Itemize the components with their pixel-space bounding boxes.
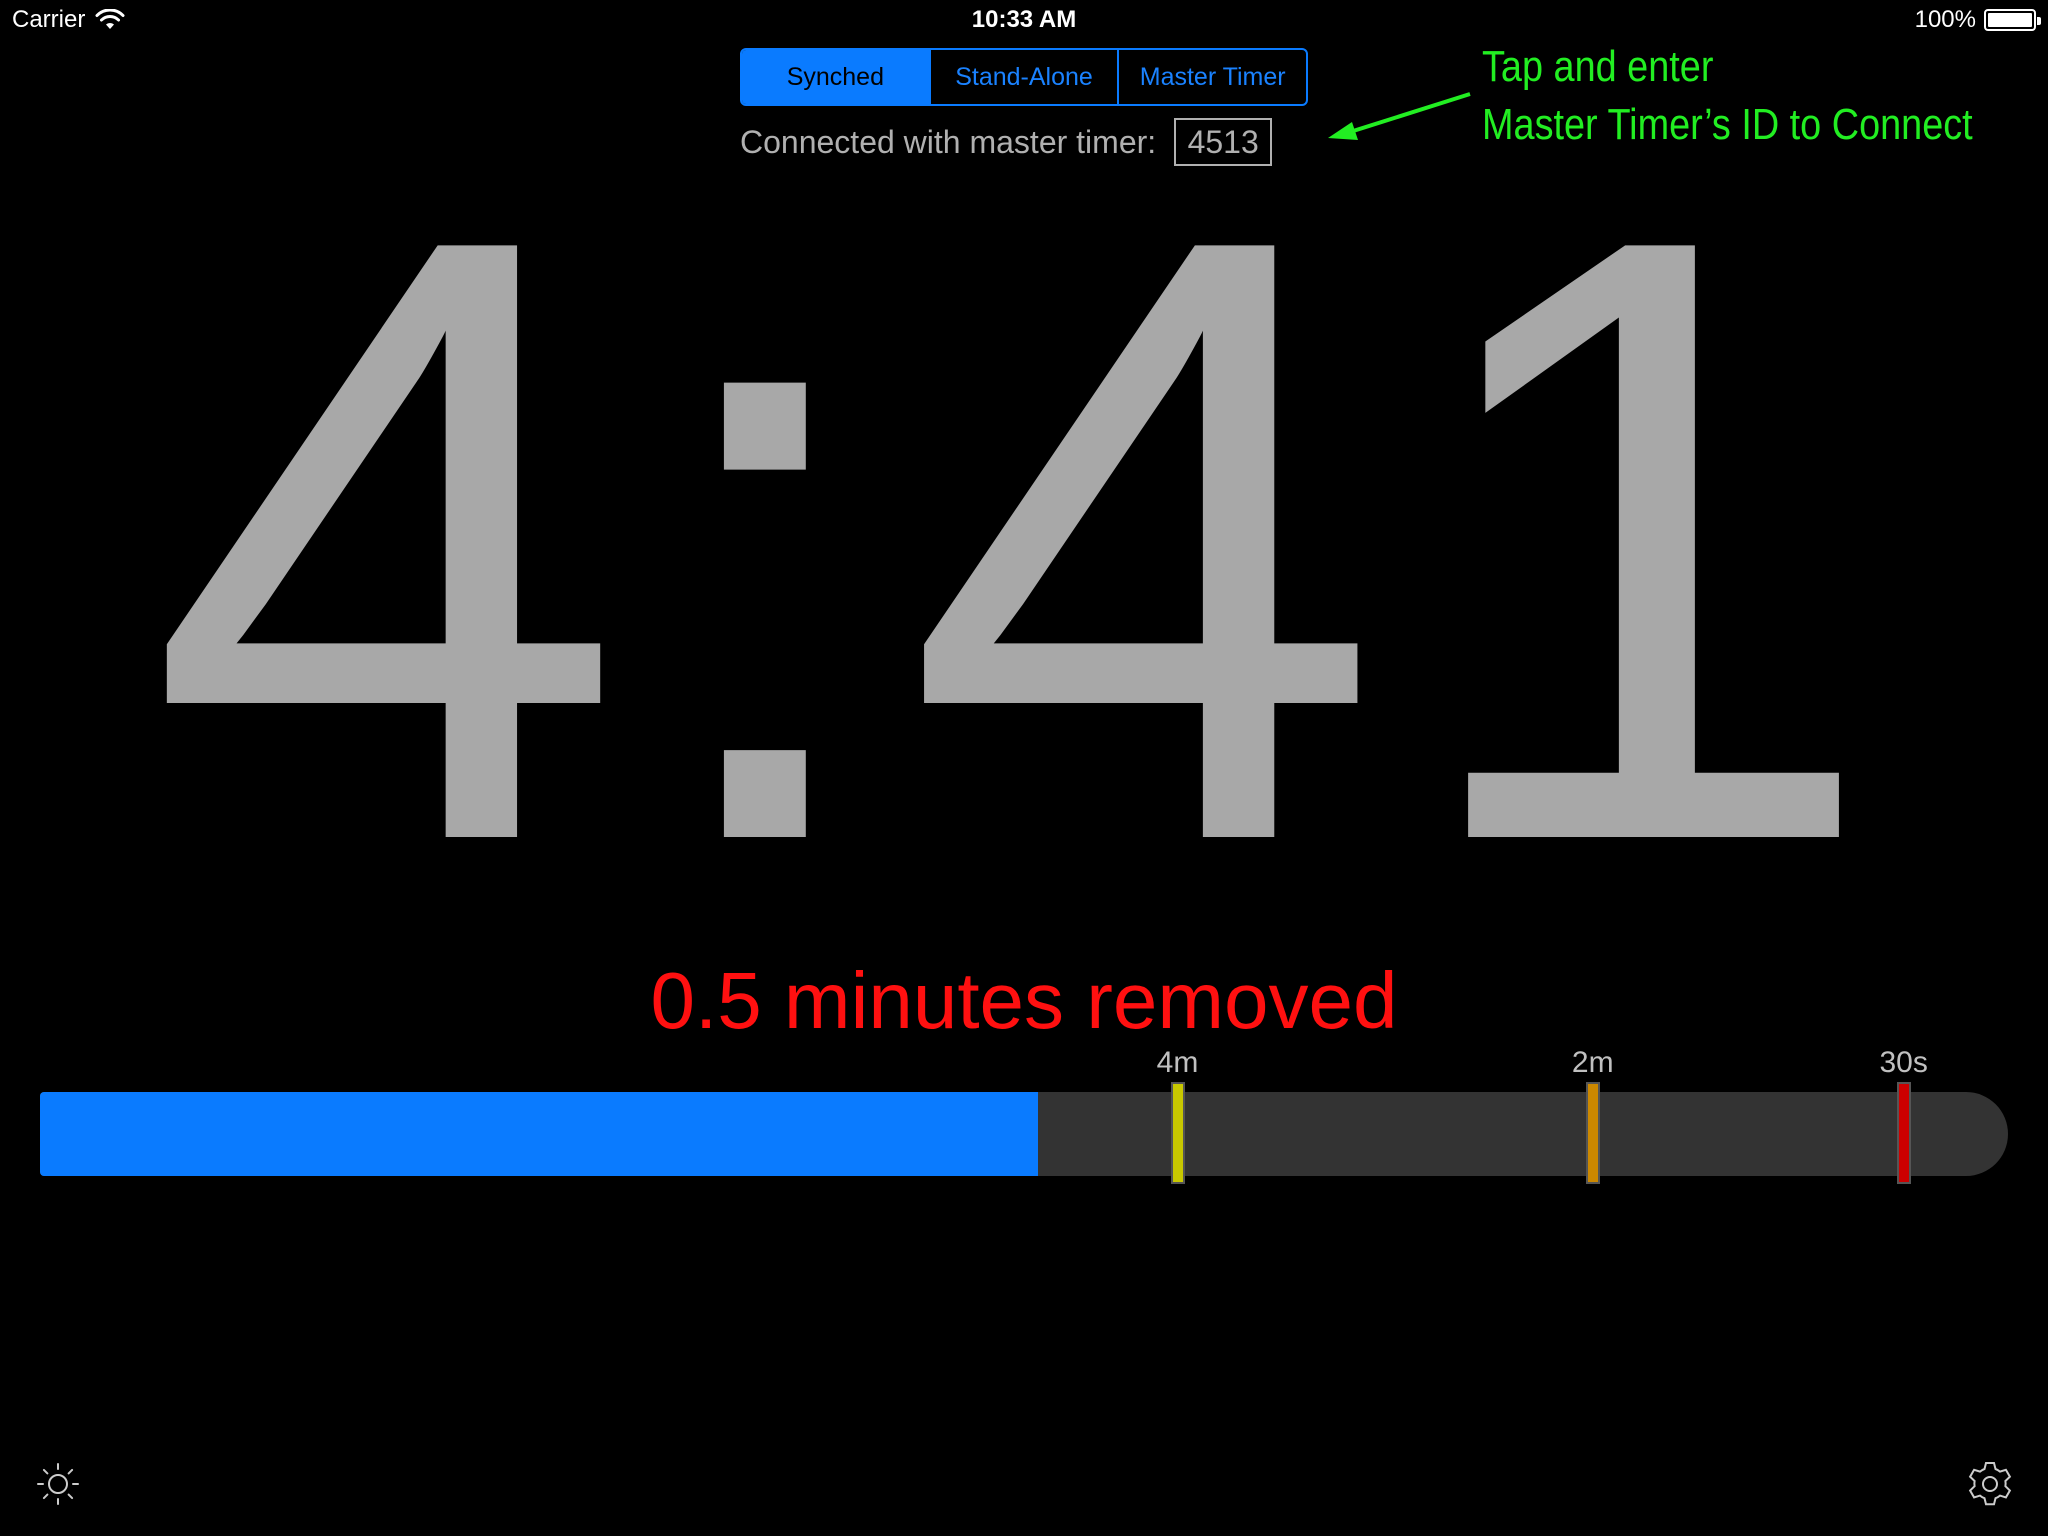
battery-icon	[1984, 9, 2041, 31]
status-bar: Carrier 10:33 AM 100%	[0, 0, 2048, 40]
status-time: 10:33 AM	[971, 6, 1077, 33]
marker-4m	[1170, 1082, 1185, 1184]
battery-indicator: 100%	[1914, 6, 2041, 34]
marker-30s	[1896, 1082, 1911, 1184]
time-removed-message: 0.5 minutes removed	[650, 956, 1398, 1045]
marker-2m	[1585, 1082, 1600, 1184]
countdown-display: 4:41	[147, 59, 1901, 1020]
marker-label-4m: 4m	[1156, 1046, 1199, 1079]
progress-fill	[40, 1092, 1038, 1176]
marker-label-2m: 2m	[1571, 1046, 1614, 1079]
brightness-icon[interactable]	[36, 1462, 80, 1506]
gear-icon[interactable]	[1966, 1460, 2014, 1508]
progress-track	[40, 1092, 2008, 1176]
battery-percent: 100%	[1914, 6, 1976, 33]
marker-label-30s: 30s	[1879, 1046, 1928, 1079]
